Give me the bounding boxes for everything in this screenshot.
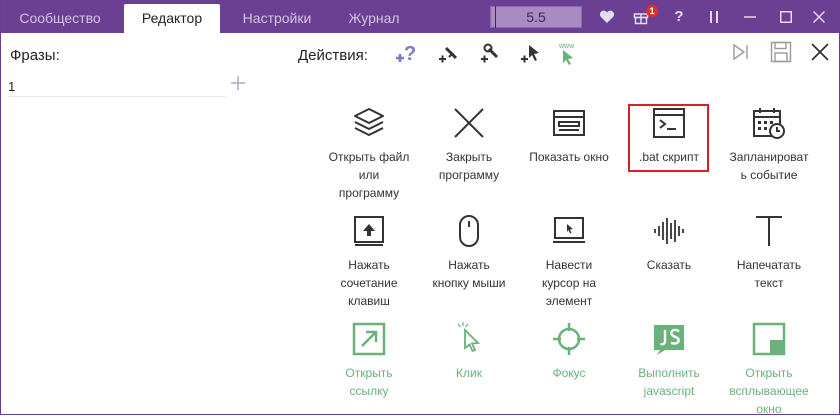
close-icon[interactable] xyxy=(811,0,827,33)
save-icon[interactable] xyxy=(770,41,792,63)
tab-community[interactable]: Сообщество xyxy=(9,4,111,33)
cursor-add-icon[interactable] xyxy=(519,40,545,66)
add-phrase-icon[interactable] xyxy=(230,75,246,91)
action-schedule-event[interactable]: Запланироват ь событие xyxy=(721,106,817,184)
keyboard-key-icon xyxy=(354,216,384,246)
action-label: Открыть всплывающее окно xyxy=(729,366,809,416)
sword-add-icon[interactable] xyxy=(436,40,462,66)
action-open-popup[interactable]: Открыть всплывающее окно xyxy=(721,322,817,418)
action-label: Нажать сочетание клавиш xyxy=(340,258,398,308)
version-slider-handle[interactable] xyxy=(490,6,496,28)
layers-icon xyxy=(354,108,384,136)
calendar-icon xyxy=(753,108,785,139)
x-icon xyxy=(454,108,484,138)
action-press-mouse[interactable]: Нажать кнопку мыши xyxy=(421,214,517,292)
action-label: Клик xyxy=(456,366,482,380)
action-label: Напечатать текст xyxy=(736,258,802,290)
phrase-item[interactable]: 1 xyxy=(8,79,15,94)
actions-label: Действия: xyxy=(298,47,368,64)
tab-settings[interactable]: Настройки xyxy=(229,4,325,33)
notification-badge: 1 xyxy=(646,5,658,17)
action-label: Сказать xyxy=(646,258,692,272)
heart-icon[interactable] xyxy=(597,0,617,33)
run-icon[interactable] xyxy=(731,42,751,62)
app-window: Сообщество Редактор Настройки Журнал 5.5… xyxy=(0,0,840,418)
maximize-icon[interactable] xyxy=(778,0,794,33)
version-value: 5.5 xyxy=(526,9,546,25)
hover-cursor-icon xyxy=(553,217,585,243)
tab-journal[interactable]: Журнал xyxy=(331,4,417,33)
action-open-file[interactable]: Открыть файл или программу xyxy=(321,106,417,202)
question-add-icon[interactable]: ? xyxy=(394,40,420,66)
action-say[interactable]: Сказать xyxy=(621,214,717,274)
action-open-link[interactable]: Открыть ссылку xyxy=(321,322,417,400)
close-editor-icon[interactable] xyxy=(810,42,830,62)
action-show-window[interactable]: Показать окно xyxy=(521,106,617,166)
action-press-keys[interactable]: Нажать сочетание клавиш xyxy=(321,214,417,310)
tab-editor[interactable]: Редактор xyxy=(124,4,220,33)
selected-action-highlight xyxy=(628,104,709,172)
action-label: Показать окно xyxy=(529,150,609,164)
popup-icon xyxy=(752,322,786,356)
action-label: Фокус xyxy=(552,366,586,380)
svg-text:www: www xyxy=(558,43,575,50)
action-label: Запланироват ь событие xyxy=(729,150,809,182)
click-icon xyxy=(457,322,481,353)
pause-icon[interactable] xyxy=(706,0,722,33)
js-icon xyxy=(654,325,684,355)
svg-text:?: ? xyxy=(404,43,416,65)
action-close-program[interactable]: Закрыть программу xyxy=(421,106,517,184)
web-cursor-icon[interactable]: www xyxy=(558,40,584,66)
mouse-icon xyxy=(459,215,479,247)
help-icon[interactable]: ? xyxy=(671,0,687,33)
action-label: Открыть ссылку xyxy=(345,366,393,398)
minimize-icon[interactable] xyxy=(742,0,758,33)
phrases-label: Фразы: xyxy=(10,47,60,64)
action-click[interactable]: Клик xyxy=(421,322,517,382)
action-label: Нажать кнопку мыши xyxy=(432,258,506,290)
title-bar: Сообщество Редактор Настройки Журнал 5.5… xyxy=(1,0,840,33)
action-label: Открыть файл или программу xyxy=(328,150,410,200)
action-label: Закрыть программу xyxy=(438,150,500,182)
window-icon xyxy=(553,110,585,136)
version-field[interactable]: 5.5 xyxy=(490,6,582,28)
action-label: Выполнить javascript xyxy=(638,366,700,398)
action-label: Навести курсор на элемент xyxy=(541,258,597,308)
phrase-input-underline xyxy=(8,96,226,97)
open-link-icon xyxy=(352,322,386,356)
action-focus[interactable]: Фокус xyxy=(521,322,617,382)
action-run-javascript[interactable]: Выполнить javascript xyxy=(621,322,717,400)
wrench-add-icon[interactable] xyxy=(478,40,504,66)
text-t-icon xyxy=(756,216,782,246)
focus-icon xyxy=(553,323,585,355)
sound-wave-icon xyxy=(654,218,684,244)
action-hover-element[interactable]: Навести курсор на элемент xyxy=(521,214,617,310)
action-type-text[interactable]: Напечатать текст xyxy=(721,214,817,292)
